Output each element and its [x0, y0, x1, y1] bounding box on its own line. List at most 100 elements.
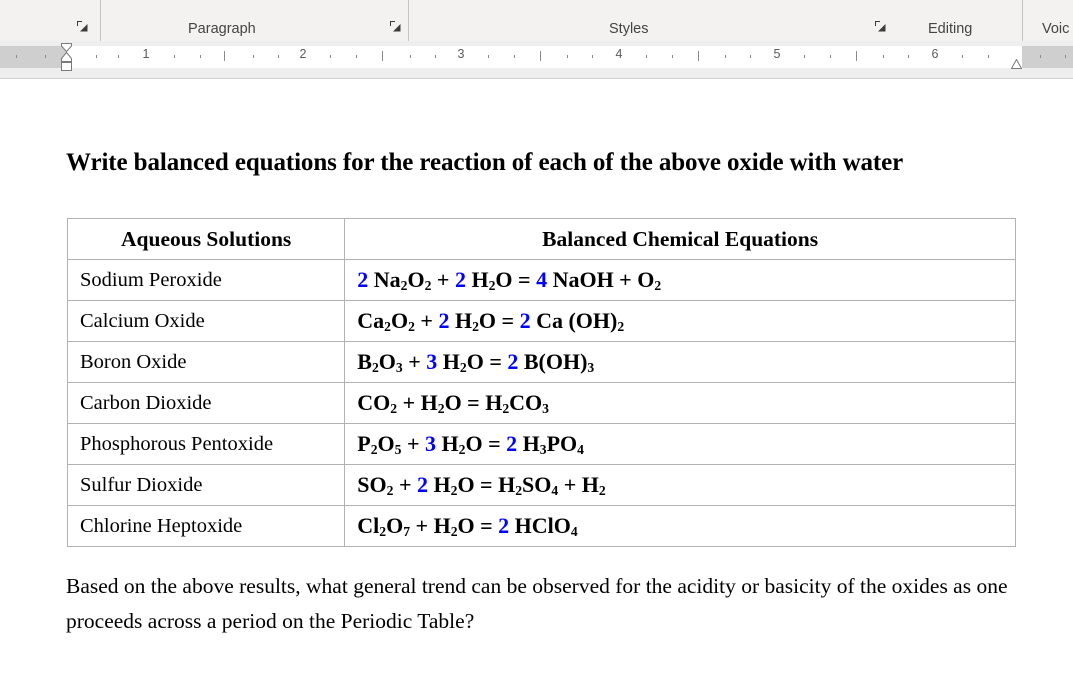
ruler-tick-label-2: 2 — [299, 47, 307, 61]
equation-subscript: 3 — [395, 360, 403, 376]
equation-text: Na — [368, 267, 401, 292]
equation-text: O = — [457, 513, 499, 538]
equation-text: O = — [478, 308, 520, 333]
equation-text: H — [449, 308, 473, 333]
equation-text: + H — [397, 390, 438, 415]
document-page[interactable]: Write balanced equations for the reactio… — [0, 78, 1073, 697]
equation-text: + — [401, 431, 426, 456]
equation-text: O — [390, 308, 409, 333]
equation-text: CO — [509, 390, 543, 415]
equation-text: Ca (OH) — [530, 308, 618, 333]
ribbon-group-divider — [100, 0, 101, 41]
equation-text: H — [428, 472, 451, 497]
ruler-track[interactable] — [0, 46, 1073, 68]
equation-text: H — [465, 267, 489, 292]
equation-subscript: 4 — [551, 483, 559, 499]
equation-text: + H — [410, 513, 451, 538]
equation-text: H — [517, 431, 540, 456]
equation-text: Cl — [357, 513, 380, 538]
equation-subscript: 7 — [403, 524, 411, 540]
equation-text: + H — [558, 472, 599, 497]
equation-text: SO — [357, 472, 387, 497]
equation-text: H — [437, 349, 460, 374]
equation-subscript: 3 — [587, 360, 595, 376]
table-row: Sulfur Dioxide SO2 + 2 H2O = H2SO4 + H2 — [66, 464, 1016, 506]
cell-balanced-equation: SO2 + 2 H2O = H2SO4 + H2 — [344, 464, 1016, 506]
page-heading: Write balanced equations for the reactio… — [66, 149, 904, 176]
equation-coefficient: 2 — [519, 308, 531, 333]
equation-subscript: 3 — [539, 442, 547, 458]
equation-text: O = — [465, 431, 507, 456]
cell-solution-name: Carbon Dioxide — [66, 382, 346, 424]
hanging-indent-marker[interactable] — [61, 52, 72, 62]
equation-coefficient: 2 — [454, 267, 466, 292]
equation-text: H — [436, 431, 459, 456]
equation-text: O — [377, 431, 395, 456]
equation-subscript: 2 — [450, 483, 458, 499]
equation-subscript: 2 — [386, 483, 394, 499]
cell-balanced-equation: Cl2O7 + H2O = 2 HClO4 — [344, 505, 1016, 547]
table-header-balanced-equations: Balanced Chemical Equations — [344, 218, 1016, 260]
equation-coefficient: 2 — [357, 267, 369, 292]
table-row: Sodium Peroxide 2 Na2O2 + 2 H2O = 4 NaOH … — [66, 259, 1016, 301]
equation-text: NaOH + O — [547, 267, 655, 292]
cell-solution-name: Phosphorous Pentoxide — [66, 423, 346, 465]
equation-coefficient: 2 — [438, 308, 450, 333]
equation-coefficient: 3 — [425, 431, 437, 456]
equation-coefficient: 2 — [498, 513, 510, 538]
equation-subscript: 2 — [617, 319, 625, 335]
ruler-tick-label-1: 1 — [142, 47, 150, 61]
equation-subscript: 4 — [570, 524, 578, 540]
equation-subscript: 2 — [472, 319, 479, 335]
table-row: Boron Oxide B2O3 + 3 H2O = 2 B(OH)3 — [66, 341, 1016, 383]
equation-text: + — [393, 472, 417, 497]
equation-text: O — [386, 513, 404, 538]
ribbon-group-label-editing: Editing — [928, 21, 973, 37]
left-indent-marker[interactable] — [61, 62, 72, 71]
equation-subscript: 2 — [458, 442, 466, 458]
cell-balanced-equation: Ca2O2 + 2 H2O = 2 Ca (OH)2 — [344, 300, 1016, 342]
equation-text: B — [357, 349, 372, 374]
equation-text: Ca — [357, 308, 385, 333]
equation-text: O = — [495, 267, 537, 292]
equation-text: B(OH) — [518, 349, 588, 374]
equation-text: O = H — [457, 472, 516, 497]
equation-subscript: 2 — [390, 401, 398, 417]
equation-subscript: 2 — [371, 360, 379, 376]
equation-text: PO — [546, 431, 578, 456]
horizontal-ruler[interactable]: 1 2 3 4 5 6 — [0, 41, 1073, 78]
equation-subscript: 2 — [654, 278, 662, 294]
cell-balanced-equation: 2 Na2O2 + 2 H2O = 4 NaOH + O2 — [344, 259, 1016, 301]
equation-subscript: 5 — [394, 442, 402, 458]
cell-solution-name: Boron Oxide — [66, 341, 346, 383]
equation-subscript: 2 — [424, 278, 432, 294]
editing-dialog-launcher-icon[interactable] — [874, 20, 887, 33]
equation-text: O = H — [444, 390, 503, 415]
table-body: Sodium Peroxide 2 Na2O2 + 2 H2O = 4 NaOH … — [66, 259, 1016, 547]
styles-dialog-launcher-icon[interactable] — [389, 20, 402, 33]
table-header-row: Aqueous Solutions Balanced Chemical Equa… — [66, 218, 1016, 260]
equation-text: SO — [522, 472, 552, 497]
ribbon-group-strip: Paragraph Styles Editing Voic — [0, 0, 1073, 42]
equation-text: O — [407, 267, 425, 292]
first-line-indent-marker[interactable] — [61, 43, 72, 52]
equation-text: O — [378, 349, 396, 374]
table-row: Calcium Oxide Ca2O2 + 2 H2O = 2 Ca (OH)2 — [66, 300, 1016, 342]
equation-subscript: 2 — [515, 483, 523, 499]
balanced-equations-table: Aqueous Solutions Balanced Chemical Equa… — [66, 218, 1016, 547]
cell-balanced-equation: P2O5 + 3 H2O = 2 H3PO4 — [344, 423, 1016, 465]
equation-text: HClO — [509, 513, 571, 538]
paragraph-dialog-launcher-icon[interactable] — [76, 20, 89, 33]
equation-coefficient: 2 — [506, 431, 518, 456]
closing-question-paragraph: Based on the above results, what general… — [66, 574, 1008, 633]
equation-subscript: 2 — [598, 483, 606, 499]
equation-subscript: 2 — [459, 360, 467, 376]
cell-balanced-equation: B2O3 + 3 H2O = 2 B(OH)3 — [344, 341, 1016, 383]
cell-solution-name: Chlorine Heptoxide — [66, 505, 346, 547]
table-header-aqueous-solutions: Aqueous Solutions — [66, 218, 346, 260]
right-indent-marker[interactable] — [1011, 59, 1022, 70]
ruler-tick-label-4: 4 — [615, 47, 623, 61]
equation-text: P — [357, 431, 371, 456]
table-row: Carbon Dioxide CO2 + H2O = H2CO3 — [66, 382, 1016, 424]
table-row: Chlorine Heptoxide Cl2O7 + H2O = 2 HClO4 — [66, 505, 1016, 547]
